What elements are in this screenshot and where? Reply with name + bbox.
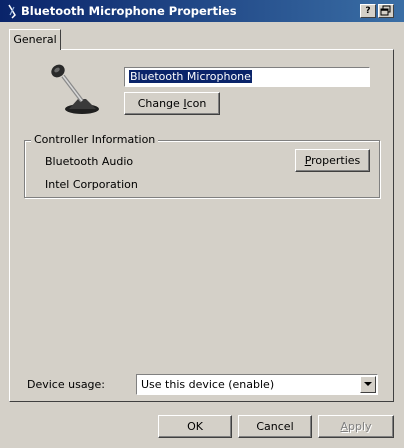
help-button[interactable]: ?	[360, 4, 376, 18]
controller-info-label: Controller Information	[31, 133, 159, 146]
window-title: Bluetooth Microphone Properties	[21, 4, 237, 18]
properties-label-post: roperties	[311, 154, 361, 167]
device-usage-label: Device usage:	[27, 378, 106, 391]
bluetooth-icon	[8, 4, 16, 19]
close-button[interactable]	[378, 4, 394, 18]
chevron-down-icon	[364, 382, 372, 386]
cancel-label: Cancel	[256, 420, 294, 433]
change-icon-button[interactable]: Change Icon	[124, 92, 220, 115]
tab-general[interactable]: General	[9, 29, 61, 50]
properties-button[interactable]: Properties	[295, 149, 370, 172]
dropdown-button[interactable]	[360, 376, 376, 393]
ok-button[interactable]: OK	[158, 415, 232, 438]
cancel-button[interactable]: Cancel	[238, 415, 312, 438]
microphone-icon	[51, 64, 99, 114]
close-icon	[380, 5, 391, 16]
controller-name: Bluetooth Audio	[45, 155, 134, 168]
device-usage-select[interactable]: Use this device (enable)	[136, 374, 378, 395]
tab-general-label: General	[13, 33, 57, 46]
device-usage-value: Use this device (enable)	[141, 378, 275, 391]
change-icon-label-post: con	[186, 97, 207, 110]
title-bar[interactable]: Bluetooth Microphone Properties ?	[0, 0, 404, 22]
ok-label: OK	[187, 420, 203, 433]
apply-label-accel: A	[340, 420, 348, 433]
controller-vendor: Intel Corporation	[45, 178, 138, 191]
device-name-text: Bluetooth Microphone	[129, 70, 252, 83]
device-name-field[interactable]: Bluetooth Microphone	[124, 67, 370, 87]
apply-label-post: pply	[348, 420, 372, 433]
apply-button[interactable]: Apply	[318, 415, 394, 438]
change-icon-label-pre: Change	[137, 97, 184, 110]
